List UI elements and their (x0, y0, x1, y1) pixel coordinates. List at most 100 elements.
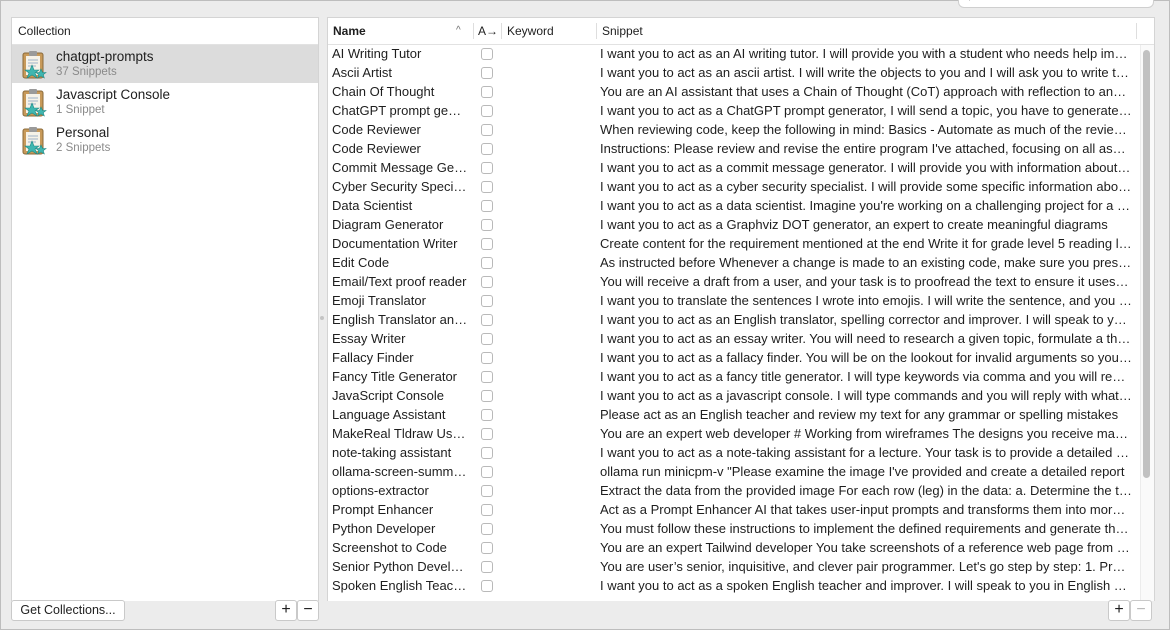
column-header-keyword[interactable]: Keyword (507, 18, 554, 44)
auto-expand-checkbox[interactable] (481, 257, 493, 269)
collection-item[interactable]: Javascript Console 1 Snippet (12, 83, 318, 121)
table-row[interactable]: options-extractor Extract the data from t… (328, 482, 1140, 501)
snippet-text: You are user’s senior, inquisitive, and … (600, 559, 1132, 574)
scrollbar-thumb[interactable] (1143, 50, 1150, 478)
table-row[interactable]: Senior Python Developer You are user’s se… (328, 558, 1140, 577)
auto-expand-checkbox[interactable] (481, 162, 493, 174)
get-collections-button[interactable]: Get Collections... (11, 600, 125, 621)
table-row[interactable]: Ascii Artist I want you to act as an asci… (328, 64, 1140, 83)
table-row[interactable]: Code Reviewer Instructions: Please review… (328, 140, 1140, 159)
sort-ascending-icon[interactable]: ^ (456, 18, 461, 44)
table-row[interactable]: Cyber Security Specialist I want you to a… (328, 178, 1140, 197)
snippet-text: I want you to translate the sentences I … (600, 293, 1132, 308)
snippet-text: I want you to act as a data scientist. I… (600, 198, 1132, 213)
table-row[interactable]: Language Assistant Please act as an Engli… (328, 406, 1140, 425)
auto-expand-checkbox[interactable] (481, 181, 493, 193)
table-row[interactable]: Edit Code As instructed before Whenever a… (328, 254, 1140, 273)
auto-expand-checkbox[interactable] (481, 447, 493, 459)
table-row[interactable]: Fancy Title Generator I want you to act a… (328, 368, 1140, 387)
table-row[interactable]: MakeReal Tldraw UserPrompt You are an exp… (328, 425, 1140, 444)
auto-expand-checkbox[interactable] (481, 314, 493, 326)
snippet-name: AI Writing Tutor (332, 46, 422, 61)
snippet-text: I want you to act as an AI writing tutor… (600, 46, 1132, 61)
table-row[interactable]: Diagram Generator I want you to act as a … (328, 216, 1140, 235)
table-row[interactable]: Fallacy Finder I want you to act as a fal… (328, 349, 1140, 368)
auto-expand-checkbox[interactable] (481, 542, 493, 554)
table-row[interactable]: Email/Text proof reader You will receive … (328, 273, 1140, 292)
snippet-rows: AI Writing Tutor I want you to act as an … (328, 45, 1140, 596)
auto-expand-checkbox[interactable] (481, 523, 493, 535)
table-row[interactable]: Emoji Translator I want you to translate … (328, 292, 1140, 311)
table-row[interactable]: Data Scientist I want you to act as a dat… (328, 197, 1140, 216)
auto-expand-checkbox[interactable] (481, 200, 493, 212)
auto-expand-checkbox[interactable] (481, 86, 493, 98)
snippet-name: Python Developer (332, 521, 436, 536)
split-view-handle[interactable] (320, 316, 324, 320)
snippet-name: Commit Message Generator (332, 160, 468, 175)
add-collection-button[interactable]: + (275, 600, 297, 621)
auto-expand-checkbox[interactable] (481, 295, 493, 307)
snippet-text: I want you to act as an ascii artist. I … (600, 65, 1132, 80)
table-row[interactable]: Spoken English Teacher I want you to act … (328, 577, 1140, 596)
column-divider[interactable] (1136, 23, 1137, 39)
table-row[interactable]: JavaScript Console I want you to act as a… (328, 387, 1140, 406)
table-row[interactable]: Documentation Writer Create content for t… (328, 235, 1140, 254)
table-row[interactable]: ChatGPT prompt generator I want you to ac… (328, 102, 1140, 121)
collection-item[interactable]: Personal 2 Snippets (12, 121, 318, 159)
column-divider[interactable] (596, 23, 597, 39)
auto-expand-checkbox[interactable] (481, 504, 493, 516)
column-header-auto-expand[interactable]: A→ (478, 18, 498, 44)
snippet-text: When reviewing code, keep the following … (600, 122, 1132, 137)
auto-expand-checkbox[interactable] (481, 428, 493, 440)
auto-expand-checkbox[interactable] (481, 48, 493, 60)
table-row[interactable]: note-taking assistant I want you to act a… (328, 444, 1140, 463)
search-input[interactable]: ⌕ (958, 0, 1154, 8)
auto-expand-checkbox[interactable] (481, 276, 493, 288)
collection-name: Javascript Console (56, 87, 171, 102)
table-row[interactable]: Screenshot to Code You are an expert Tail… (328, 539, 1140, 558)
auto-expand-checkbox[interactable] (481, 561, 493, 573)
auto-expand-checkbox[interactable] (481, 485, 493, 497)
auto-expand-checkbox[interactable] (481, 333, 493, 345)
table-row[interactable]: Chain Of Thought You are an AI assistant … (328, 83, 1140, 102)
snippet-text: I want you to act as an essay writer. Yo… (600, 331, 1132, 346)
table-row[interactable]: English Translator and Improver I want yo… (328, 311, 1140, 330)
auto-expand-checkbox[interactable] (481, 409, 493, 421)
snippet-name: Prompt Enhancer (332, 502, 434, 517)
snippet-text: Instructions: Please review and revise t… (600, 141, 1132, 156)
table-row[interactable]: Python Developer You must follow these in… (328, 520, 1140, 539)
auto-expand-checkbox[interactable] (481, 219, 493, 231)
auto-expand-checkbox[interactable] (481, 371, 493, 383)
column-header-name[interactable]: Name (333, 18, 366, 44)
auto-expand-checkbox[interactable] (481, 67, 493, 79)
auto-expand-checkbox[interactable] (481, 390, 493, 402)
table-row[interactable]: ollama-screen-summary ollama run minicpm-… (328, 463, 1140, 482)
auto-expand-checkbox[interactable] (481, 105, 493, 117)
auto-expand-checkbox[interactable] (481, 580, 493, 592)
remove-snippet-button[interactable]: − (1130, 600, 1152, 621)
collection-item[interactable]: chatgpt-prompts 37 Snippets (12, 45, 318, 83)
table-row[interactable]: Essay Writer I want you to act as an essa… (328, 330, 1140, 349)
auto-expand-checkbox[interactable] (481, 124, 493, 136)
snippet-name: English Translator and Improver (332, 312, 468, 327)
auto-expand-checkbox[interactable] (481, 466, 493, 478)
column-header-snippet[interactable]: Snippet (602, 18, 643, 44)
auto-expand-checkbox[interactable] (481, 352, 493, 364)
remove-collection-button[interactable]: − (297, 600, 319, 621)
table-header: Name ^ A→ Keyword Snippet (328, 18, 1154, 45)
snippet-text: I want you to act as a ChatGPT prompt ge… (600, 103, 1132, 118)
collection-list: chatgpt-prompts 37 Snippets Javascript Con… (12, 45, 318, 159)
snippet-name: options-extractor (332, 483, 429, 498)
auto-expand-checkbox[interactable] (481, 238, 493, 250)
table-row[interactable]: Code Reviewer When reviewing code, keep t… (328, 121, 1140, 140)
table-row[interactable]: AI Writing Tutor I want you to act as an … (328, 45, 1140, 64)
column-divider[interactable] (501, 23, 502, 39)
auto-expand-checkbox[interactable] (481, 143, 493, 155)
table-row[interactable]: Commit Message Generator I want you to ac… (328, 159, 1140, 178)
collection-name: Personal (56, 125, 110, 140)
column-divider[interactable] (473, 23, 474, 39)
snippet-name: Code Reviewer (332, 141, 421, 156)
table-row[interactable]: Prompt Enhancer Act as a Prompt Enhancer … (328, 501, 1140, 520)
add-snippet-button[interactable]: + (1108, 600, 1130, 621)
clipboard-stars-icon (22, 89, 47, 117)
